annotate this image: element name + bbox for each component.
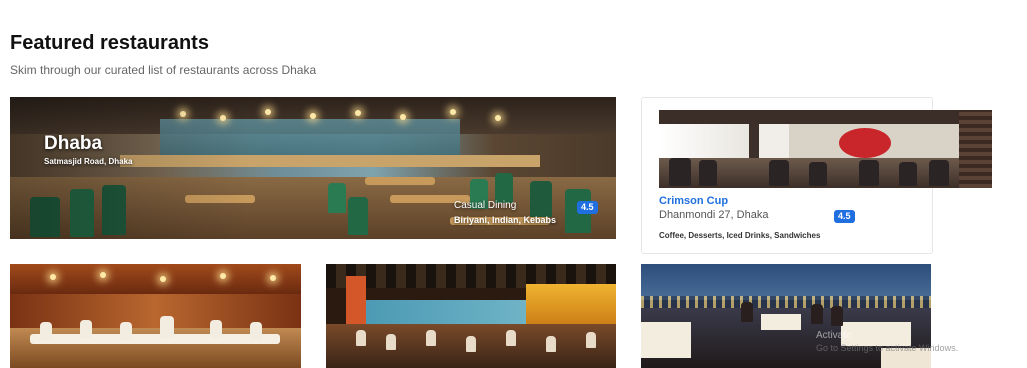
restaurant-location: Satmasjid Road, Dhaka: [44, 157, 133, 166]
watermark-title: Activate: [816, 330, 852, 341]
restaurant-photo: [326, 264, 616, 368]
restaurant-card-crimson-cup[interactable]: Crimson Cup Dhanmondi 27, Dhaka 4.5 Coff…: [641, 97, 992, 254]
watermark-text: Go to Settings to activate Windows.: [816, 343, 959, 353]
rating-badge: 4.5: [834, 210, 855, 223]
rating-badge: 4.5: [577, 201, 598, 214]
activation-watermark: Activate Go to Settings to activate Wind…: [816, 330, 1016, 354]
section-title: Featured restaurants: [10, 32, 209, 54]
restaurant-name-link[interactable]: Crimson Cup: [659, 195, 728, 207]
restaurant-card-dhaba[interactable]: Dhaba Satmasjid Road, Dhaka Casual Dinin…: [10, 97, 616, 239]
restaurant-name: Dhaba: [44, 133, 103, 154]
section-subtitle: Skim through our curated list of restaur…: [10, 63, 317, 77]
restaurant-card-bottom-1[interactable]: [10, 264, 301, 368]
restaurant-photo: [659, 110, 992, 188]
restaurant-location: Dhanmondi 27, Dhaka: [659, 209, 769, 221]
restaurant-photo: [10, 264, 301, 368]
restaurant-category: Casual Dining: [454, 200, 517, 211]
restaurant-card-bottom-2[interactable]: [326, 264, 616, 368]
restaurant-cuisines: Biriyani, Indian, Kebabs: [454, 215, 557, 225]
restaurant-cuisines: Coffee, Desserts, Iced Drinks, Sandwiche…: [659, 231, 821, 240]
